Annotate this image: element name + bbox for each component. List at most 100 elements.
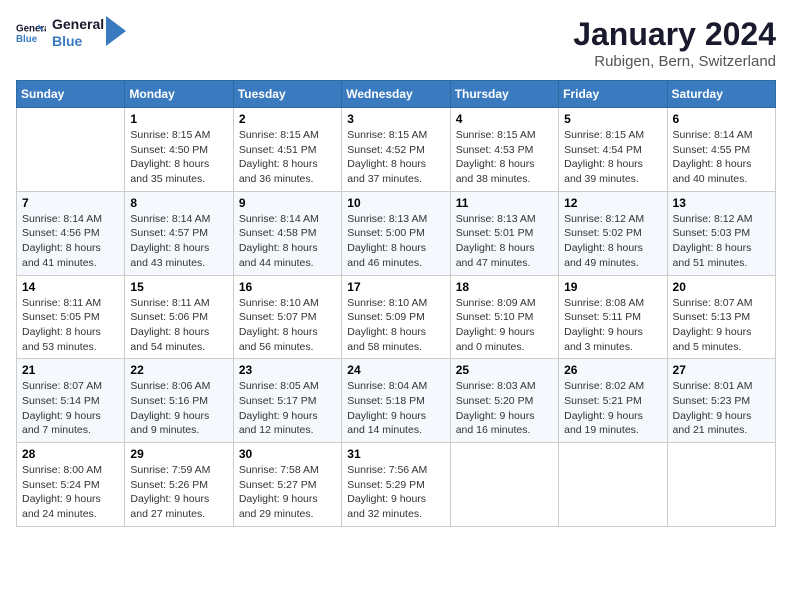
day-info: Sunrise: 8:01 AMSunset: 5:23 PMDaylight:… <box>673 379 770 438</box>
day-info: Sunrise: 8:12 AMSunset: 5:03 PMDaylight:… <box>673 212 770 271</box>
calendar-week-row: 7Sunrise: 8:14 AMSunset: 4:56 PMDaylight… <box>17 191 776 275</box>
logo: General Blue General Blue <box>16 16 126 50</box>
calendar-day-cell: 16 Sunrise: 8:10 AMSunset: 5:07 PMDayligh… <box>233 275 341 359</box>
calendar-day-cell: 24Sunrise: 8:04 AMSunset: 5:18 PMDayligh… <box>342 359 450 443</box>
day-number: 21 <box>22 363 119 377</box>
day-number: 18 <box>456 280 553 294</box>
day-number: 31 <box>347 447 444 461</box>
calendar-weekday-header: Tuesday <box>233 81 341 108</box>
day-info: Sunrise: 8:11 AMSunset: 5:05 PMDaylight:… <box>22 296 119 355</box>
calendar-day-cell <box>450 443 558 527</box>
day-number: 29 <box>130 447 227 461</box>
svg-text:Blue: Blue <box>16 34 38 45</box>
day-number: 30 <box>239 447 336 461</box>
calendar-day-cell: 30Sunrise: 7:58 AMSunset: 5:27 PMDayligh… <box>233 443 341 527</box>
day-number: 1 <box>130 112 227 126</box>
day-info: Sunrise: 8:07 AMSunset: 5:14 PMDaylight:… <box>22 379 119 438</box>
calendar-day-cell <box>17 108 125 192</box>
calendar-day-cell: 21 Sunrise: 8:07 AMSunset: 5:14 PMDayligh… <box>17 359 125 443</box>
calendar-day-cell: 9 Sunrise: 8:14 AMSunset: 4:58 PMDaylight… <box>233 191 341 275</box>
day-info: Sunrise: 8:13 AMSunset: 5:01 PMDaylight:… <box>456 212 553 271</box>
day-number: 9 <box>239 196 336 210</box>
day-info: Sunrise: 8:15 AMSunset: 4:51 PMDaylight:… <box>239 128 336 187</box>
calendar-weekday-header: Friday <box>559 81 667 108</box>
calendar-day-cell: 26 Sunrise: 8:02 AMSunset: 5:21 PMDayligh… <box>559 359 667 443</box>
calendar-day-cell: 8 Sunrise: 8:14 AMSunset: 4:57 PMDaylight… <box>125 191 233 275</box>
day-info: Sunrise: 8:06 AMSunset: 5:16 PMDaylight:… <box>130 379 227 438</box>
calendar-day-cell: 3Sunrise: 8:15 AMSunset: 4:52 PMDaylight… <box>342 108 450 192</box>
day-info: Sunrise: 8:02 AMSunset: 5:21 PMDaylight:… <box>564 379 661 438</box>
day-info: Sunrise: 8:15 AMSunset: 4:53 PMDaylight:… <box>456 128 553 187</box>
day-info: Sunrise: 8:11 AMSunset: 5:06 PMDaylight:… <box>130 296 227 355</box>
day-number: 20 <box>673 280 770 294</box>
day-info: Sunrise: 7:56 AMSunset: 5:29 PMDaylight:… <box>347 463 444 522</box>
day-number: 26 <box>564 363 661 377</box>
calendar-day-cell <box>559 443 667 527</box>
calendar-week-row: 21 Sunrise: 8:07 AMSunset: 5:14 PMDayligh… <box>17 359 776 443</box>
day-number: 8 <box>130 196 227 210</box>
day-number: 16 <box>239 280 336 294</box>
day-info: Sunrise: 8:13 AMSunset: 5:00 PMDaylight:… <box>347 212 444 271</box>
day-number: 22 <box>130 363 227 377</box>
calendar-day-cell: 7Sunrise: 8:14 AMSunset: 4:56 PMDaylight… <box>17 191 125 275</box>
calendar-week-row: 14 Sunrise: 8:11 AMSunset: 5:05 PMDayligh… <box>17 275 776 359</box>
day-info: Sunrise: 8:03 AMSunset: 5:20 PMDaylight:… <box>456 379 553 438</box>
calendar-week-row: 1 Sunrise: 8:15 AMSunset: 4:50 PMDaylight… <box>17 108 776 192</box>
calendar-week-row: 28 Sunrise: 8:00 AMSunset: 5:24 PMDayligh… <box>17 443 776 527</box>
day-number: 28 <box>22 447 119 461</box>
calendar-day-cell: 15 Sunrise: 8:11 AMSunset: 5:06 PMDayligh… <box>125 275 233 359</box>
day-number: 3 <box>347 112 444 126</box>
day-info: Sunrise: 8:05 AMSunset: 5:17 PMDaylight:… <box>239 379 336 438</box>
day-info: Sunrise: 8:14 AMSunset: 4:57 PMDaylight:… <box>130 212 227 271</box>
day-info: Sunrise: 8:10 AMSunset: 5:09 PMDaylight:… <box>347 296 444 355</box>
calendar-weekday-header: Thursday <box>450 81 558 108</box>
page-title: January 2024 <box>573 16 776 53</box>
calendar-day-cell: 25 Sunrise: 8:03 AMSunset: 5:20 PMDayligh… <box>450 359 558 443</box>
day-info: Sunrise: 8:00 AMSunset: 5:24 PMDaylight:… <box>22 463 119 522</box>
calendar-day-cell: 18 Sunrise: 8:09 AMSunset: 5:10 PMDayligh… <box>450 275 558 359</box>
calendar-day-cell <box>667 443 775 527</box>
day-info: Sunrise: 8:12 AMSunset: 5:02 PMDaylight:… <box>564 212 661 271</box>
day-info: Sunrise: 8:10 AMSunset: 5:07 PMDaylight:… <box>239 296 336 355</box>
page-subtitle: Rubigen, Bern, Switzerland <box>573 53 776 70</box>
calendar-weekday-header: Saturday <box>667 81 775 108</box>
calendar-day-cell: 5 Sunrise: 8:15 AMSunset: 4:54 PMDaylight… <box>559 108 667 192</box>
calendar-day-cell: 1 Sunrise: 8:15 AMSunset: 4:50 PMDaylight… <box>125 108 233 192</box>
calendar-day-cell: 17Sunrise: 8:10 AMSunset: 5:09 PMDayligh… <box>342 275 450 359</box>
calendar-day-cell: 19Sunrise: 8:08 AMSunset: 5:11 PMDayligh… <box>559 275 667 359</box>
day-number: 6 <box>673 112 770 126</box>
calendar-day-cell: 29 Sunrise: 7:59 AMSunset: 5:26 PMDayligh… <box>125 443 233 527</box>
calendar-weekday-header: Wednesday <box>342 81 450 108</box>
day-info: Sunrise: 8:15 AMSunset: 4:50 PMDaylight:… <box>130 128 227 187</box>
day-info: Sunrise: 8:09 AMSunset: 5:10 PMDaylight:… <box>456 296 553 355</box>
calendar-day-cell: 10 Sunrise: 8:13 AMSunset: 5:00 PMDayligh… <box>342 191 450 275</box>
day-info: Sunrise: 8:07 AMSunset: 5:13 PMDaylight:… <box>673 296 770 355</box>
day-number: 2 <box>239 112 336 126</box>
calendar-day-cell: 23Sunrise: 8:05 AMSunset: 5:17 PMDayligh… <box>233 359 341 443</box>
day-number: 12 <box>564 196 661 210</box>
day-info: Sunrise: 8:15 AMSunset: 4:54 PMDaylight:… <box>564 128 661 187</box>
day-number: 25 <box>456 363 553 377</box>
day-number: 4 <box>456 112 553 126</box>
day-info: Sunrise: 8:08 AMSunset: 5:11 PMDaylight:… <box>564 296 661 355</box>
logo-blue: Blue <box>52 33 104 50</box>
day-number: 15 <box>130 280 227 294</box>
calendar-day-cell: 6Sunrise: 8:14 AMSunset: 4:55 PMDaylight… <box>667 108 775 192</box>
day-info: Sunrise: 7:59 AMSunset: 5:26 PMDaylight:… <box>130 463 227 522</box>
day-info: Sunrise: 8:14 AMSunset: 4:58 PMDaylight:… <box>239 212 336 271</box>
day-number: 11 <box>456 196 553 210</box>
day-number: 10 <box>347 196 444 210</box>
day-number: 14 <box>22 280 119 294</box>
calendar-day-cell: 12 Sunrise: 8:12 AMSunset: 5:02 PMDayligh… <box>559 191 667 275</box>
logo-triangle-icon <box>106 16 126 46</box>
calendar-weekday-header: Sunday <box>17 81 125 108</box>
calendar-header-row: SundayMondayTuesdayWednesdayThursdayFrid… <box>17 81 776 108</box>
logo-icon: General Blue <box>16 18 46 48</box>
calendar-day-cell: 27 Sunrise: 8:01 AMSunset: 5:23 PMDayligh… <box>667 359 775 443</box>
calendar-day-cell: 13Sunrise: 8:12 AMSunset: 5:03 PMDayligh… <box>667 191 775 275</box>
calendar-day-cell: 14 Sunrise: 8:11 AMSunset: 5:05 PMDayligh… <box>17 275 125 359</box>
calendar-day-cell: 28 Sunrise: 8:00 AMSunset: 5:24 PMDayligh… <box>17 443 125 527</box>
day-number: 27 <box>673 363 770 377</box>
day-number: 5 <box>564 112 661 126</box>
calendar-day-cell: 20 Sunrise: 8:07 AMSunset: 5:13 PMDayligh… <box>667 275 775 359</box>
